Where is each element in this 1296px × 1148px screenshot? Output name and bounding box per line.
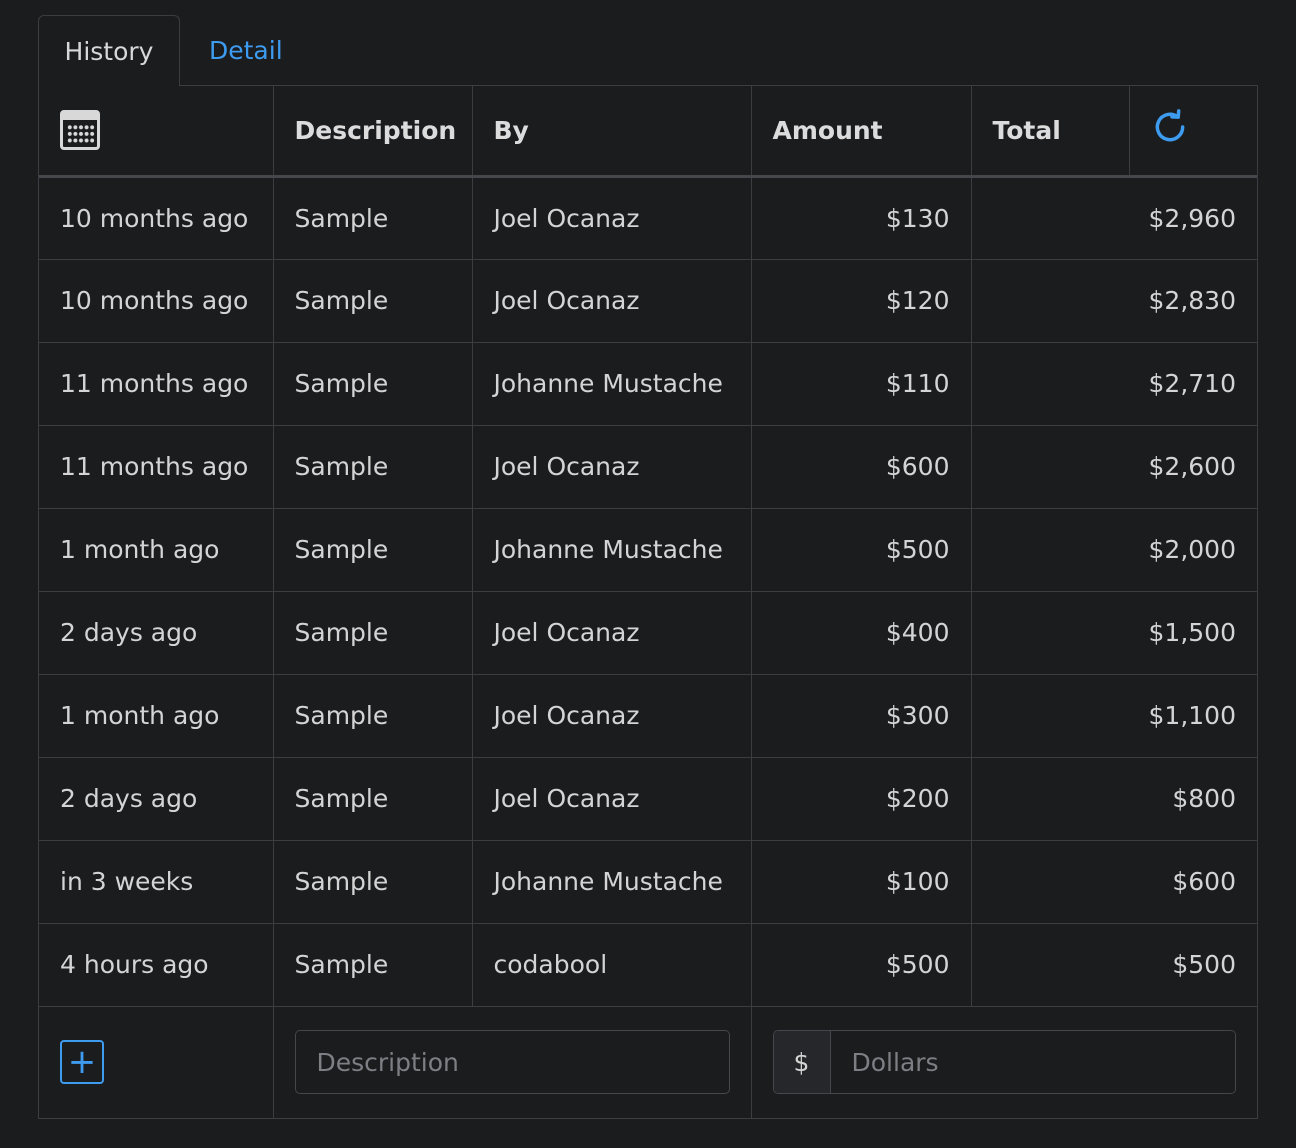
header-amount[interactable]: Amount	[751, 86, 972, 178]
cell-amount: $120	[751, 259, 972, 343]
cell-total: $500	[971, 923, 1257, 1007]
cell-when: in 3 weeks	[39, 840, 274, 924]
header-refresh[interactable]	[1129, 86, 1257, 178]
ledger-table-container: Description By Amount Total 10 months ag…	[38, 86, 1258, 1119]
cell-amount: $100	[751, 840, 972, 924]
table-row[interactable]: 11 months ago Sample Joel Ocanaz $600 $2…	[39, 425, 1257, 509]
description-input[interactable]	[294, 1030, 730, 1095]
cell-total: $800	[971, 757, 1257, 841]
cell-when: 11 months ago	[39, 425, 274, 509]
cell-by: Joel Ocanaz	[472, 425, 752, 509]
dollars-input[interactable]	[830, 1031, 1235, 1094]
cell-by: Joel Ocanaz	[472, 674, 752, 758]
cell-description: Sample	[273, 176, 473, 260]
cell-by: Joel Ocanaz	[472, 591, 752, 675]
table-row[interactable]: 2 days ago Sample Joel Ocanaz $400 $1,50…	[39, 591, 1257, 675]
add-entry-button[interactable]: +	[60, 1040, 104, 1085]
cell-by: codabool	[472, 923, 752, 1007]
header-by[interactable]: By	[472, 86, 752, 178]
tab-history[interactable]: History	[38, 15, 180, 86]
cell-total: $2,710	[971, 342, 1257, 426]
cell-description: Sample	[273, 591, 473, 675]
table-row[interactable]: 10 months ago Sample Joel Ocanaz $130 $2…	[39, 176, 1257, 260]
table-body: 10 months ago Sample Joel Ocanaz $130 $2…	[39, 176, 1257, 1118]
table-row[interactable]: 10 months ago Sample Joel Ocanaz $120 $2…	[39, 259, 1257, 343]
add-entry-row: + $	[39, 1006, 1257, 1118]
cell-by: Joel Ocanaz	[472, 176, 752, 260]
tab-detail[interactable]: Detail	[180, 15, 283, 85]
dollar-sign-prefix: $	[773, 1031, 831, 1094]
cell-total: $2,000	[971, 508, 1257, 592]
cell-amount: $400	[751, 591, 972, 675]
table-row[interactable]: 2 days ago Sample Joel Ocanaz $200 $800	[39, 757, 1257, 841]
header-date[interactable]	[39, 86, 274, 178]
header-total[interactable]: Total	[971, 86, 1130, 178]
cell-description: Sample	[273, 425, 473, 509]
cell-description: Sample	[273, 923, 473, 1007]
dollars-cell: $	[751, 1006, 1257, 1118]
cell-when: 10 months ago	[39, 176, 274, 260]
table-row[interactable]: 11 months ago Sample Johanne Mustache $1…	[39, 342, 1257, 426]
cell-amount: $200	[751, 757, 972, 841]
cell-description: Sample	[273, 840, 473, 924]
cell-description: Sample	[273, 259, 473, 343]
table-header-row: Description By Amount Total	[39, 86, 1257, 178]
ledger-panel: History Detail Description By Amount Tot…	[38, 15, 1258, 1119]
cell-amount: $110	[751, 342, 972, 426]
add-cell: +	[39, 1006, 274, 1118]
cell-when: 1 month ago	[39, 674, 274, 758]
cell-description: Sample	[273, 508, 473, 592]
cell-description: Sample	[273, 342, 473, 426]
cell-by: Johanne Mustache	[472, 342, 752, 426]
refresh-icon[interactable]	[1151, 108, 1189, 152]
cell-total: $2,960	[971, 176, 1257, 260]
cell-when: 10 months ago	[39, 259, 274, 343]
tab-bar: History Detail	[38, 15, 1258, 86]
table-row[interactable]: 1 month ago Sample Joel Ocanaz $300 $1,1…	[39, 674, 1257, 758]
cell-total: $2,600	[971, 425, 1257, 509]
cell-when: 4 hours ago	[39, 923, 274, 1007]
cell-amount: $500	[751, 508, 972, 592]
cell-when: 1 month ago	[39, 508, 274, 592]
cell-amount: $500	[751, 923, 972, 1007]
cell-total: $1,100	[971, 674, 1257, 758]
cell-amount: $600	[751, 425, 972, 509]
table-row[interactable]: 1 month ago Sample Johanne Mustache $500…	[39, 508, 1257, 592]
cell-by: Johanne Mustache	[472, 840, 752, 924]
cell-by: Joel Ocanaz	[472, 259, 752, 343]
cell-total: $1,500	[971, 591, 1257, 675]
cell-description: Sample	[273, 674, 473, 758]
cell-total: $600	[971, 840, 1257, 924]
cell-when: 2 days ago	[39, 757, 274, 841]
description-cell	[273, 1006, 752, 1118]
cell-by: Joel Ocanaz	[472, 757, 752, 841]
cell-amount: $300	[751, 674, 972, 758]
header-description[interactable]: Description	[273, 86, 473, 178]
calendar-icon[interactable]	[60, 110, 100, 151]
cell-amount: $130	[751, 176, 972, 260]
cell-by: Johanne Mustache	[472, 508, 752, 592]
table-row[interactable]: 4 hours ago Sample codabool $500 $500	[39, 923, 1257, 1007]
cell-when: 11 months ago	[39, 342, 274, 426]
cell-description: Sample	[273, 757, 473, 841]
dollars-input-group: $	[772, 1030, 1236, 1095]
ledger-table: Description By Amount Total 10 months ag…	[39, 86, 1257, 1118]
table-row[interactable]: in 3 weeks Sample Johanne Mustache $100 …	[39, 840, 1257, 924]
cell-when: 2 days ago	[39, 591, 274, 675]
cell-total: $2,830	[971, 259, 1257, 343]
